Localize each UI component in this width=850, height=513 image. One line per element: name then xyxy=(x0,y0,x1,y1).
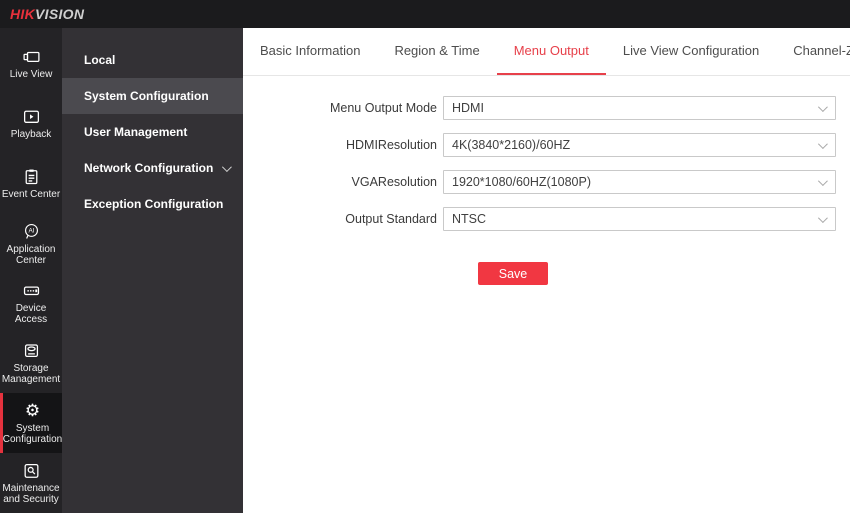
form-row: HDMIResolution 4K(3840*2160)/60HZ xyxy=(243,133,850,157)
playback-icon xyxy=(22,107,41,126)
menu-item-label: Local xyxy=(84,53,116,67)
sidebar-item-label: Device Access xyxy=(14,303,48,326)
chevron-down-icon xyxy=(817,175,828,186)
tab-basic-information[interactable]: Basic Information xyxy=(243,28,377,75)
event-center-icon xyxy=(22,167,41,186)
sidebar-item-label: Storage Management xyxy=(1,363,61,386)
sidebar-item-label: Live View xyxy=(9,69,53,81)
logo-hik-text: HIK xyxy=(10,6,36,22)
form-row: Menu Output Mode HDMI xyxy=(243,96,850,120)
chevron-down-icon xyxy=(221,161,232,172)
gear-icon: ⚙ xyxy=(24,401,41,421)
sidebar-item-event-center[interactable]: Event Center xyxy=(0,154,62,214)
sidebar-item-label: Application Center xyxy=(6,243,56,266)
sidebar-item-label: Event Center xyxy=(1,189,61,201)
hdmi-resolution-label: HDMIResolution xyxy=(345,138,437,152)
sidebar-item-system-configuration[interactable]: ⚙ System Configuration xyxy=(0,393,63,454)
sidebar-item-label: Playback xyxy=(10,129,52,141)
main-content: Basic Information Region & Time Menu Out… xyxy=(243,28,850,513)
live-view-icon xyxy=(22,47,41,66)
menu-output-mode-label: Menu Output Mode xyxy=(329,101,437,115)
hikvision-logo: HIKVISION xyxy=(10,6,84,22)
output-standard-label: Output Standard xyxy=(345,212,437,226)
chevron-down-icon xyxy=(817,101,828,112)
sidebar-item-playback[interactable]: Playback xyxy=(0,94,62,154)
chevron-down-icon xyxy=(817,212,828,223)
sidebar-item-label: Maintenance and Security xyxy=(2,483,60,506)
menu-item-local[interactable]: Local xyxy=(62,42,243,78)
maintenance-security-icon xyxy=(22,461,41,480)
svg-text:AI: AI xyxy=(28,227,34,234)
save-button[interactable]: Save xyxy=(478,262,548,285)
chevron-down-icon xyxy=(817,138,828,149)
menu-item-label: Exception Configuration xyxy=(84,197,224,211)
application-center-icon: AI xyxy=(22,222,41,241)
sidebar-item-application-center[interactable]: AI Application Center xyxy=(0,214,62,274)
selected-value: 1920*1080/60HZ(1080P) xyxy=(452,175,591,189)
menu-output-mode-select[interactable]: HDMI xyxy=(443,96,836,120)
primary-sidebar: Live View Playback Event Center AI Appli… xyxy=(0,28,62,513)
sidebar-item-maintenance-and-security[interactable]: Maintenance and Security xyxy=(0,453,62,513)
tab-region-time[interactable]: Region & Time xyxy=(377,28,496,75)
menu-item-user-management[interactable]: User Management xyxy=(62,114,243,150)
selected-value: NTSC xyxy=(452,212,487,226)
menu-output-form: Menu Output Mode HDMI HDMIResolution 4K(… xyxy=(243,96,850,285)
tab-live-view-configuration[interactable]: Live View Configuration xyxy=(606,28,776,75)
selected-value: 4K(3840*2160)/60HZ xyxy=(452,138,571,152)
output-standard-select[interactable]: NTSC xyxy=(443,207,836,231)
sidebar-item-device-access[interactable]: Device Access xyxy=(0,274,62,334)
vga-resolution-label: VGAResolution xyxy=(351,175,437,189)
hdmi-resolution-select[interactable]: 4K(3840*2160)/60HZ xyxy=(443,133,836,157)
form-row: VGAResolution 1920*1080/60HZ(1080P) xyxy=(243,170,850,194)
tab-bar: Basic Information Region & Time Menu Out… xyxy=(243,28,850,76)
tab-menu-output[interactable]: Menu Output xyxy=(496,28,606,75)
sidebar-item-storage-management[interactable]: Storage Management xyxy=(0,333,62,393)
menu-item-network-configuration[interactable]: Network Configuration xyxy=(62,150,243,186)
form-row: Output Standard NTSC xyxy=(243,207,850,231)
menu-item-label: System Configuration xyxy=(84,89,209,103)
menu-item-system-configuration[interactable]: System Configuration xyxy=(62,78,243,114)
device-access-icon xyxy=(22,281,41,300)
storage-management-icon xyxy=(22,341,41,360)
tab-channel-zero[interactable]: Channel-Zero xyxy=(776,28,850,75)
selected-value: HDMI xyxy=(452,101,484,115)
menu-item-label: User Management xyxy=(84,125,188,139)
sidebar-item-label: System Configuration xyxy=(2,423,63,446)
sidebar-item-live-view[interactable]: Live View xyxy=(0,34,62,94)
secondary-sidebar: Local System Configuration User Manageme… xyxy=(62,28,243,513)
menu-item-exception-configuration[interactable]: Exception Configuration xyxy=(62,186,243,222)
logo-vision-text: VISION xyxy=(35,6,85,22)
menu-item-label: Network Configuration xyxy=(84,161,214,175)
top-bar: HIKVISION xyxy=(0,0,850,28)
vga-resolution-select[interactable]: 1920*1080/60HZ(1080P) xyxy=(443,170,836,194)
